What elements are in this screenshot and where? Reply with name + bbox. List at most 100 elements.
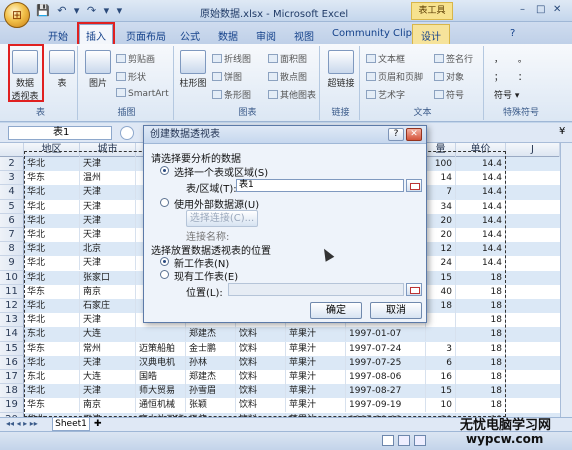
fx-icon[interactable] xyxy=(120,126,134,140)
shapes-button[interactable]: 形状 xyxy=(116,70,146,83)
tab-review[interactable]: 审阅 xyxy=(252,26,280,45)
picture-button[interactable]: 图片 xyxy=(84,50,112,89)
range-input[interactable]: 表1 xyxy=(236,179,404,192)
hyperlink-button[interactable]: 超链接 xyxy=(325,50,357,89)
insert-sheet-icon[interactable]: ✚ xyxy=(94,419,102,429)
row-header[interactable]: 10 xyxy=(0,270,24,285)
row-header[interactable]: 16 xyxy=(0,355,24,370)
smartart-button[interactable]: SmartArt xyxy=(116,88,169,99)
other-charts-icon xyxy=(268,90,278,99)
vertical-scrollbar[interactable] xyxy=(560,143,572,417)
row-header[interactable]: 8 xyxy=(0,242,24,257)
group-links: 超链接 链接 xyxy=(322,46,360,120)
pie-chart-label: 饼图 xyxy=(224,73,243,83)
radio-external-source-label: 使用外部数据源(U) xyxy=(174,200,260,211)
line-chart-button[interactable]: 折线图 xyxy=(212,52,251,65)
table-button[interactable]: 表 xyxy=(48,50,76,89)
row-header[interactable]: 12 xyxy=(0,299,24,314)
watermark-title: 无忧电脑学习网 xyxy=(460,418,552,433)
page-break-view-icon[interactable] xyxy=(414,435,426,446)
row-header[interactable]: 18 xyxy=(0,384,24,399)
clipart-button[interactable]: 剪贴画 xyxy=(116,52,155,65)
signature-line-button[interactable]: 签名行 xyxy=(434,52,473,65)
window-title: 原始数据.xlsx - Microsoft Excel xyxy=(200,9,349,20)
row-header[interactable]: 15 xyxy=(0,341,24,356)
location-collapse-icon[interactable] xyxy=(406,283,422,296)
radio-existing-sheet[interactable] xyxy=(160,270,169,279)
column-chart-button[interactable]: 柱形图 xyxy=(178,50,208,89)
office-button[interactable]: ⊞ xyxy=(4,2,30,28)
area-chart-button[interactable]: 面积图 xyxy=(268,52,307,65)
omega-icon xyxy=(434,90,444,99)
row-header[interactable]: 17 xyxy=(0,370,24,385)
quick-access-toolbar[interactable]: 💾 ↶ ▾ ↷ ▾ ▾ xyxy=(36,4,124,17)
shapes-label: 形状 xyxy=(128,73,147,83)
tab-design[interactable]: 设计 xyxy=(412,24,450,44)
minimize-icon[interactable]: – xyxy=(520,4,525,15)
ribbon: 数据 透视表 表 表 图片 剪贴画 形状 SmartArt 插图 柱形图 折线图… xyxy=(0,44,572,122)
tab-view[interactable]: 视图 xyxy=(290,26,318,45)
expand-formula-icon[interactable]: ¥ xyxy=(559,126,565,137)
title-bar: 💾 ↶ ▾ ↷ ▾ ▾ 原始数据.xlsx - Microsoft Excel … xyxy=(0,0,572,22)
sheet-nav-arrows[interactable]: ◂◂ ◂ ▸ ▸▸ xyxy=(6,419,38,428)
bar-chart-button[interactable]: 条形图 xyxy=(212,88,251,101)
location-input[interactable] xyxy=(228,283,404,296)
special-punct-row-1[interactable]: ， 。 xyxy=(494,52,533,65)
maximize-icon[interactable]: □ xyxy=(536,4,545,15)
row-header[interactable]: 2 xyxy=(0,157,24,172)
signature-label: 签名行 xyxy=(446,55,474,65)
row-header[interactable]: 3 xyxy=(0,171,24,186)
ok-button[interactable]: 确定 xyxy=(310,302,362,319)
symbol-button[interactable]: 符号 xyxy=(434,88,464,101)
dialog-close-button[interactable]: ✕ xyxy=(406,128,422,141)
special-symbol-dropdown[interactable]: 符号 ▾ xyxy=(494,88,519,101)
signature-icon xyxy=(434,54,444,63)
radio-new-sheet[interactable] xyxy=(160,257,169,266)
smartart-icon xyxy=(116,88,126,97)
tab-page-layout[interactable]: 页面布局 xyxy=(122,26,170,45)
close-icon[interactable]: ✕ xyxy=(553,4,561,15)
watermark-url: wypcw.com xyxy=(466,432,544,446)
row-header[interactable]: 19 xyxy=(0,398,24,413)
radio-select-range[interactable] xyxy=(160,166,169,175)
select-all-corner[interactable] xyxy=(0,143,24,157)
group-label-text: 文本 xyxy=(413,108,432,118)
dialog-help-button[interactable]: ? xyxy=(388,128,404,141)
row-header[interactable]: 5 xyxy=(0,199,24,214)
other-charts-button[interactable]: 其他图表 xyxy=(268,88,316,101)
normal-view-icon[interactable] xyxy=(382,435,394,446)
row-header[interactable]: 11 xyxy=(0,284,24,299)
scatter-chart-button[interactable]: 散点图 xyxy=(268,70,307,83)
row-header[interactable]: 14 xyxy=(0,327,24,342)
tab-formulas[interactable]: 公式 xyxy=(176,26,204,45)
cancel-button[interactable]: 取消 xyxy=(370,302,422,319)
row-header[interactable]: 6 xyxy=(0,213,24,228)
pie-chart-button[interactable]: 饼图 xyxy=(212,70,242,83)
choose-connection-button[interactable]: 选择连接(C)... xyxy=(186,210,258,227)
tab-insert[interactable]: 插入 xyxy=(77,22,115,46)
help-icon[interactable]: ? xyxy=(506,26,519,41)
sheet-tab-sheet1[interactable]: Sheet1 xyxy=(52,418,90,431)
special-punct-row-2[interactable]: ； ： xyxy=(494,70,533,83)
object-button[interactable]: 对象 xyxy=(434,70,464,83)
row-header[interactable]: 7 xyxy=(0,228,24,243)
col-header-j[interactable]: J xyxy=(506,143,560,157)
tab-home[interactable]: 开始 xyxy=(44,26,72,45)
range-collapse-icon[interactable] xyxy=(406,179,422,192)
row-header[interactable]: 4 xyxy=(0,185,24,200)
name-box[interactable]: 表1 xyxy=(8,126,112,140)
textbox-button[interactable]: 文本框 xyxy=(366,52,405,65)
row-header[interactable]: 13 xyxy=(0,313,24,328)
create-pivottable-dialog: 创建数据透视表 ? ✕ 请选择要分析的数据 选择一个表或区域(S) 表/区域(T… xyxy=(143,125,427,323)
header-footer-button[interactable]: 页眉和页脚 xyxy=(366,70,423,83)
scatter-chart-icon xyxy=(268,72,278,81)
row-header[interactable]: 9 xyxy=(0,256,24,271)
symbol-label: 符号 xyxy=(446,91,465,101)
tab-community-clips[interactable]: Community Clips xyxy=(328,26,421,41)
tab-data[interactable]: 数据 xyxy=(214,26,242,45)
page-layout-view-icon[interactable] xyxy=(398,435,410,446)
table-tools-context-label: 表工具 xyxy=(411,2,453,20)
radio-external-source[interactable] xyxy=(160,198,169,207)
globe-icon xyxy=(328,50,354,74)
wordart-button[interactable]: 艺术字 xyxy=(366,88,405,101)
